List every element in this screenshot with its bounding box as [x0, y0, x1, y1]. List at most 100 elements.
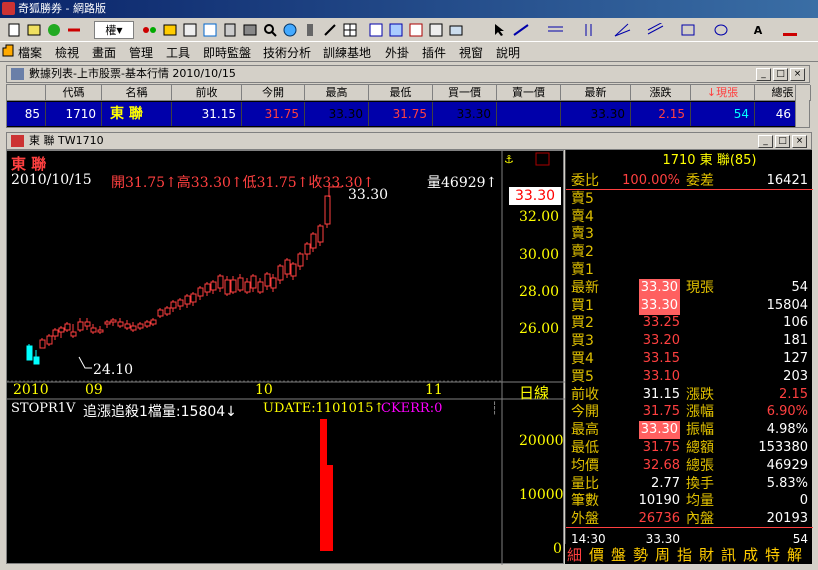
tab-week[interactable]: 周: [655, 544, 670, 565]
tab-trend[interactable]: 勢: [633, 544, 648, 565]
col-header[interactable]: [7, 85, 46, 101]
candle-body: [33, 356, 40, 365]
menu-realtime[interactable]: 即時監盤: [203, 44, 251, 61]
menu-window[interactable]: 視窗: [459, 44, 483, 61]
tile-icon[interactable]: [366, 21, 385, 39]
ellipse-tool-icon[interactable]: [711, 21, 739, 39]
col-header-tick-vol[interactable]: ↓現張: [691, 85, 755, 101]
cell-code[interactable]: 1710: [46, 102, 102, 126]
cell-last[interactable]: 33.30: [561, 102, 631, 126]
maximize-button[interactable]: □: [775, 135, 790, 148]
candle-body: [90, 327, 97, 333]
cell-high[interactable]: 33.30: [305, 102, 369, 126]
col-header-low[interactable]: 最低: [369, 85, 433, 101]
tab-detail[interactable]: 細: [567, 544, 582, 565]
clipboard-icon[interactable]: [220, 21, 239, 39]
cell-ask[interactable]: [497, 102, 561, 126]
menu-help[interactable]: 說明: [496, 44, 520, 61]
new-icon[interactable]: [4, 21, 23, 39]
col-header-prev-close[interactable]: 前收: [172, 85, 242, 101]
cell-total-vol[interactable]: 46: [755, 102, 797, 126]
calendar-icon[interactable]: [180, 21, 199, 39]
cell-name[interactable]: 東 聯: [102, 102, 172, 126]
line-tool-icon[interactable]: [510, 21, 538, 39]
layout-icon[interactable]: [406, 21, 425, 39]
tab-index[interactable]: 指: [677, 544, 692, 565]
col-header-ask[interactable]: 賣一價: [497, 85, 561, 101]
menu-plugins[interactable]: 插件: [422, 44, 446, 61]
menu-plugins-ext[interactable]: 外掛: [385, 44, 409, 61]
photo-icon[interactable]: [446, 21, 465, 39]
cell-change[interactable]: 2.15: [631, 102, 691, 126]
menu-technical[interactable]: 技術分析: [263, 44, 311, 61]
phone-icon[interactable]: [300, 21, 319, 39]
book-icon[interactable]: [240, 21, 259, 39]
cell-bid[interactable]: 33.30: [433, 102, 497, 126]
minimize-button[interactable]: _: [756, 68, 771, 81]
cell-prev-close[interactable]: 31.15: [172, 102, 242, 126]
current-price-tag: 33.30: [509, 187, 561, 205]
menu-screen[interactable]: 畫面: [92, 44, 116, 61]
corner-box-icon[interactable]: [535, 152, 550, 166]
detail-label: 賣4: [571, 208, 594, 225]
traffic-icon[interactable]: [140, 21, 159, 39]
detail-value: 2.77: [651, 475, 680, 491]
scrollbar[interactable]: [795, 85, 809, 127]
rect-tool-icon[interactable]: [678, 21, 706, 39]
maximize-button[interactable]: □: [773, 68, 788, 81]
col-header-bid[interactable]: 買一價: [433, 85, 497, 101]
tab-special[interactable]: 特: [765, 544, 780, 565]
detail-label-2: 漲跌: [686, 386, 714, 403]
cell-index[interactable]: 85: [7, 102, 46, 126]
col-header-open[interactable]: 今開: [242, 85, 305, 101]
col-header-change[interactable]: 漲跌: [631, 85, 691, 101]
chart-window-titlebar[interactable]: 東 聯 TW1710 _ □ ×: [6, 132, 812, 150]
exchange-icon[interactable]: [64, 21, 83, 39]
cell-low[interactable]: 31.75: [369, 102, 433, 126]
cell-open[interactable]: 31.75: [242, 102, 305, 126]
search-icon[interactable]: [260, 21, 279, 39]
hlines-icon[interactable]: [545, 21, 573, 39]
table-icon[interactable]: [200, 21, 219, 39]
close-button[interactable]: ×: [792, 135, 807, 148]
col-header-code[interactable]: 代碼: [46, 85, 102, 101]
tab-price[interactable]: 價: [589, 544, 604, 565]
period-label[interactable]: 日線: [519, 382, 549, 403]
minimize-button[interactable]: _: [758, 135, 773, 148]
color-tool-icon[interactable]: [780, 21, 808, 39]
channel-icon[interactable]: [645, 21, 673, 39]
anchor-icon[interactable]: ⚓: [504, 153, 514, 166]
vlines-icon[interactable]: [580, 21, 608, 39]
menu-view[interactable]: 檢視: [55, 44, 79, 61]
menu-training[interactable]: 訓練基地: [323, 44, 371, 61]
col-header-high[interactable]: 最高: [305, 85, 369, 101]
fan-icon[interactable]: [612, 21, 640, 39]
candle-body: [170, 301, 177, 309]
menu-manage[interactable]: 管理: [129, 44, 153, 61]
clock-icon[interactable]: [160, 21, 179, 39]
chart-area[interactable]: ⚓ 東 聯 2010/10/15 開31.75↑高33.30↑低31.75↑收3…: [6, 150, 565, 565]
filter-combo[interactable]: 權 ▼: [94, 21, 134, 39]
cell-tick-vol[interactable]: 54: [691, 102, 755, 126]
text-tool-icon[interactable]: A: [744, 21, 772, 39]
tab-news[interactable]: 訊: [721, 544, 736, 565]
quote-window-titlebar[interactable]: 數據列表-上市股票-基本行情 2010/10/15 _ □ ×: [6, 65, 810, 83]
col-header-name[interactable]: 名稱: [102, 85, 172, 101]
app-menu-icon[interactable]: [2, 44, 14, 61]
window-icon[interactable]: [386, 21, 405, 39]
pen-icon[interactable]: [320, 21, 339, 39]
move-icon[interactable]: [44, 21, 63, 39]
globe-icon[interactable]: [280, 21, 299, 39]
tab-trades[interactable]: 成: [743, 544, 758, 565]
cursor-icon[interactable]: [490, 21, 509, 39]
tab-explain[interactable]: 解: [787, 544, 802, 565]
col-header-last[interactable]: 最新: [561, 85, 631, 101]
tab-board[interactable]: 盤: [611, 544, 626, 565]
menu-file[interactable]: 檔案: [18, 44, 42, 61]
grid-icon[interactable]: [340, 21, 359, 39]
close-button[interactable]: ×: [790, 68, 805, 81]
tab-finance[interactable]: 財: [699, 544, 714, 565]
notes-icon[interactable]: [24, 21, 43, 39]
menu-tools[interactable]: 工具: [166, 44, 190, 61]
image-icon[interactable]: [426, 21, 445, 39]
